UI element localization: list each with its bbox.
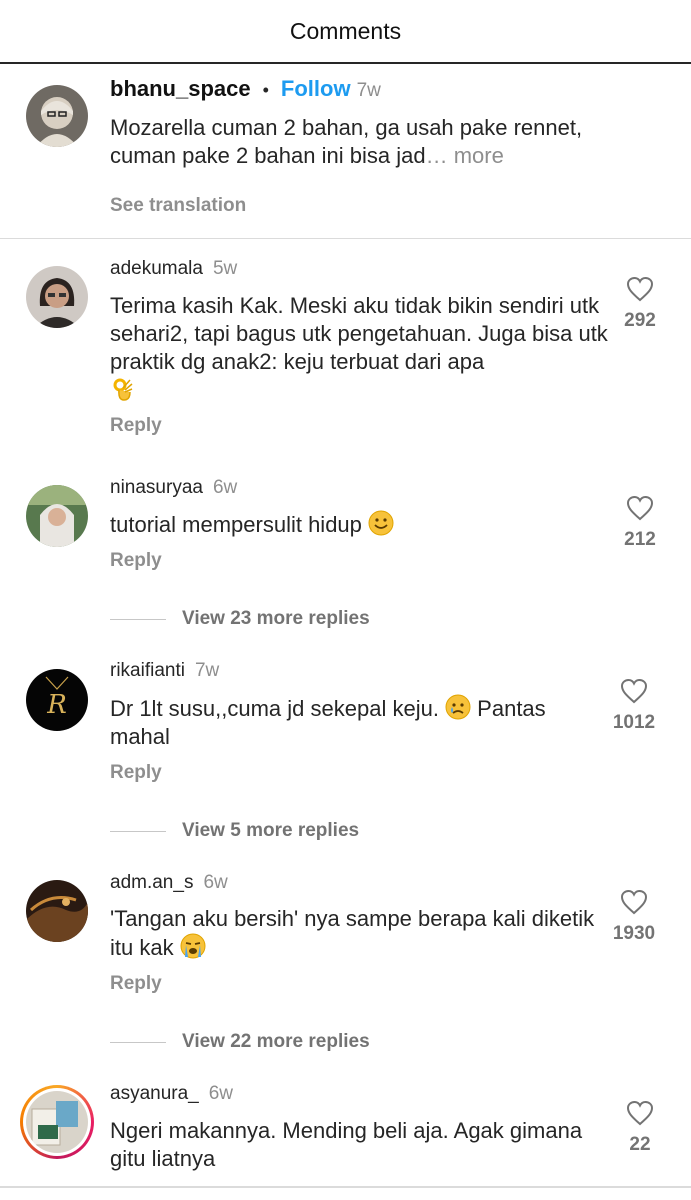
view-more-replies-label: View 23 more replies — [182, 608, 370, 629]
reply-button[interactable]: Reply — [110, 973, 162, 995]
like-count: 292 — [624, 310, 656, 331]
heart-icon[interactable] — [626, 276, 654, 302]
view-more-replies-label: View 5 more replies — [182, 820, 360, 841]
comment-time: 6w — [208, 1083, 234, 1104]
reply-thread-line — [110, 618, 166, 620]
comment-text: Ngeri makannya. Mending beli aja. Agak g… — [110, 1117, 610, 1173]
comment-username[interactable]: rikaifianti — [110, 660, 185, 682]
reply-button[interactable]: Reply — [110, 415, 162, 437]
comment-avatar — [26, 1091, 88, 1153]
comment-text-content: tutorial mempersulit hidup — [110, 512, 362, 537]
crying-emoji — [445, 694, 471, 720]
view-more-replies[interactable]: View 23 more replies — [110, 608, 370, 630]
comment-text-content: Dr 1lt susu,,cuma jd sekepal keju. — [110, 696, 439, 721]
view-more-replies-label: View 22 more replies — [182, 1031, 370, 1052]
view-more-replies[interactable]: View 5 more replies — [110, 820, 359, 842]
op-time: 7w — [356, 80, 381, 101]
separator-dot: • — [262, 80, 269, 100]
op-avatar[interactable] — [26, 85, 88, 147]
heart-icon[interactable] — [620, 889, 648, 915]
op-username[interactable]: bhanu_space — [110, 76, 251, 102]
smiling-emoji — [368, 510, 394, 536]
comment-time: 5w — [212, 258, 238, 279]
reply-thread-line — [110, 830, 166, 832]
header-title: Comments — [289, 17, 402, 44]
like-count: 1012 — [612, 712, 656, 733]
comment-text-content: Ngeri makannya. Mending beli aja. Agak g… — [110, 1118, 583, 1171]
see-translation-link[interactable]: See translation — [110, 195, 246, 217]
op-ellipsis: … — [425, 143, 454, 168]
comment-text-content: Terima kasih Kak. Meski aku tidak bikin … — [110, 293, 608, 374]
loudly-crying-emoji — [180, 933, 206, 959]
op-caption: Mozarella cuman 2 bahan, ga usah pake re… — [110, 114, 610, 170]
story-ring[interactable] — [20, 1085, 94, 1159]
like-block: 212 — [605, 495, 675, 551]
like-count: 212 — [624, 529, 656, 550]
comment-time: 7w — [194, 660, 220, 681]
heart-icon[interactable] — [626, 1100, 654, 1126]
comment-meta: ninasuryaa 6w — [110, 477, 237, 499]
comment-text: 'Tangan aku bersih' nya sampe berapa kal… — [110, 905, 610, 962]
reply-thread-line — [110, 1041, 166, 1043]
comment-meta: rikaifianti 7w — [110, 660, 219, 682]
comment-username[interactable]: asyanura_ — [110, 1083, 199, 1105]
reply-button[interactable]: Reply — [110, 550, 162, 572]
like-count: 22 — [629, 1134, 651, 1155]
follow-button[interactable]: Follow — [281, 76, 351, 102]
like-block: 1012 — [599, 678, 669, 734]
op-meta: bhanu_space • Follow 7w — [110, 76, 381, 102]
comment-avatar[interactable] — [26, 266, 88, 328]
heart-icon[interactable] — [620, 678, 648, 704]
view-more-replies[interactable]: View 22 more replies — [110, 1031, 370, 1053]
like-block: 1930 — [599, 889, 669, 945]
comment-text: tutorial mempersulit hidup — [110, 510, 610, 539]
ok-hand-emoji — [110, 376, 136, 402]
like-block: 292 — [605, 276, 675, 332]
comments-header: Comments — [0, 0, 691, 64]
like-count: 1930 — [612, 923, 656, 944]
op-caption-text: Mozarella cuman 2 bahan, ga usah pake re… — [110, 115, 583, 168]
comment-meta: asyanura_ 6w — [110, 1083, 233, 1105]
reply-button[interactable]: Reply — [110, 762, 162, 784]
comment-meta: adm.an_s 6w — [110, 872, 228, 894]
comment-username[interactable]: adekumala — [110, 258, 203, 280]
comment-text: Terima kasih Kak. Meski aku tidak bikin … — [110, 292, 610, 405]
comment-time: 6w — [212, 477, 238, 498]
like-block: 22 — [605, 1100, 675, 1156]
heart-icon[interactable] — [626, 495, 654, 521]
more-link[interactable]: more — [454, 143, 504, 168]
comment-avatar[interactable] — [26, 485, 88, 547]
comment-avatar[interactable]: R — [26, 669, 88, 731]
bottom-divider — [0, 1186, 691, 1188]
comment-time: 6w — [203, 872, 228, 893]
comment-username[interactable]: adm.an_s — [110, 872, 193, 894]
comment-avatar[interactable] — [26, 880, 88, 942]
comment-text: Dr 1lt susu,,cuma jd sekepal keju. Panta… — [110, 694, 610, 751]
comment-username[interactable]: ninasuryaa — [110, 477, 203, 499]
comment-meta: adekumala 5w — [110, 258, 237, 280]
svg-text:R: R — [46, 690, 67, 720]
op-divider — [0, 238, 691, 239]
